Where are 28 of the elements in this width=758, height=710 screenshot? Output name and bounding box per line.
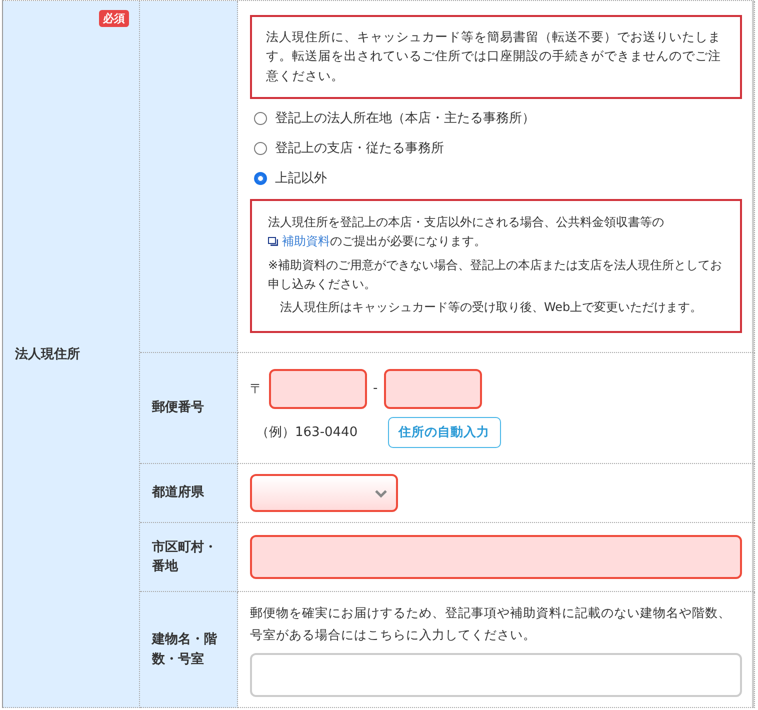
radio-button[interactable] [254,112,267,125]
postal-code-field[interactable] [384,368,482,408]
note-text: 法人現住所はキャッシュカード等の受け取り後、Web上で変更いただけます。 [279,298,704,316]
radio-button[interactable] [254,142,267,155]
postal-mark: 〒 [250,380,263,398]
address-option[interactable]: 登記上の支店・従たる事務所 [254,139,742,158]
hint-text: 郵便物を確実にお届けするため、登記事項や補助資料に記載のない建物名や階数、号室がある場合にはこちらに入力してください。 [250,604,732,644]
section-label: 法人現住所 [15,346,80,363]
radio-button[interactable] [254,172,267,185]
field-label: 市区町村・番地 [140,523,238,592]
field-label: 郵便番号 [140,353,238,464]
window-icon [268,237,278,246]
required-badge: 必須 [99,10,129,27]
input-field[interactable] [250,652,742,697]
address-option[interactable]: 上記以外 [254,169,742,188]
notice-text: 法人現住所に、キャッシュカード等を簡易書留（転送不要）でお送りいたします。転送届を出されているご住所では口座開設の手続きができませんのでご注意ください。 [250,15,742,100]
input-field[interactable] [250,535,742,579]
field-label: 建物名・階数・号室 [140,592,238,708]
separator: - [373,381,378,396]
document-link[interactable]: 補助資料 [268,234,330,248]
chevron-down-icon [374,488,388,498]
postal-code-field[interactable] [269,368,367,408]
note-text: ※補助資料のご用意ができない場合、登記上の本店または支店を法人現住所としてお申し込みください。 [268,256,724,293]
field-label: 都道府県 [140,464,238,523]
notice-text: 法人現住所を登記上の本店・支店以外にされる場合、公共料金領収書等の 補助資料のご提出が必要になります。 [268,214,665,250]
address-option[interactable]: 登記上の法人所在地（本店・主たる事務所） [254,109,742,128]
prefecture-select[interactable] [250,474,398,512]
example-text: （例）163-0440 [256,424,358,441]
